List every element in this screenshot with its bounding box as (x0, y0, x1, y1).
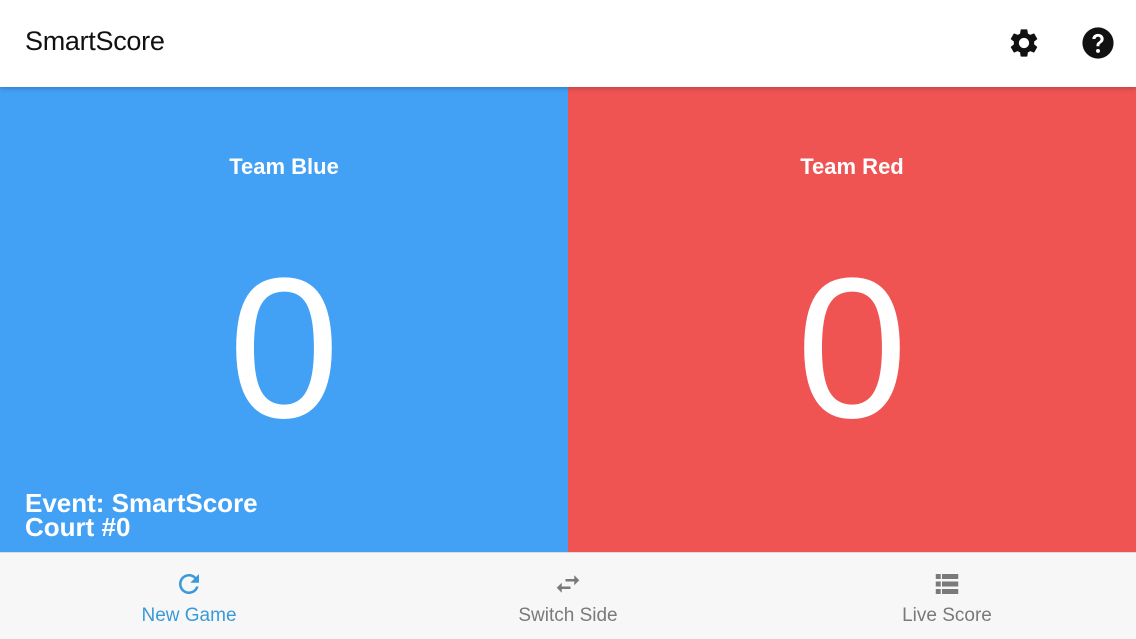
team-blue-score: 0 (228, 237, 340, 460)
list-icon (932, 569, 962, 599)
question-circle-icon (1082, 27, 1114, 59)
bottom-tab-bar: New Game Switch Side Live Score (0, 552, 1136, 639)
help-button[interactable] (1081, 26, 1115, 60)
event-info: Event: SmartScore Court #0 (25, 490, 258, 542)
tab-live-score[interactable]: Live Score (758, 553, 1136, 639)
court-number: Court #0 (25, 512, 131, 542)
tab-switch-side[interactable]: Switch Side (379, 553, 757, 639)
top-app-bar: SmartScore (0, 0, 1136, 87)
app-title: SmartScore (25, 26, 165, 56)
team-red-name: Team Red (800, 154, 904, 179)
settings-button[interactable] (1007, 26, 1041, 60)
team-blue-name: Team Blue (229, 154, 339, 179)
gear-icon (1010, 29, 1038, 57)
tab-new-game[interactable]: New Game (0, 553, 378, 639)
tab-switch-side-label: Switch Side (518, 605, 618, 626)
swap-arrows-icon (553, 569, 583, 599)
team-red-panel[interactable]: Team Red 0 (568, 87, 1136, 552)
tab-live-score-label: Live Score (902, 605, 992, 626)
score-panels: Team Blue 0 Event: SmartScore Court #0 T… (0, 87, 1136, 552)
tab-new-game-label: New Game (141, 605, 237, 626)
app-root: SmartScore Team Blue 0 Event: SmartScore… (0, 0, 1136, 639)
team-blue-panel[interactable]: Team Blue 0 Event: SmartScore Court #0 (0, 87, 568, 552)
team-red-score: 0 (796, 237, 908, 460)
refresh-icon (174, 569, 204, 599)
